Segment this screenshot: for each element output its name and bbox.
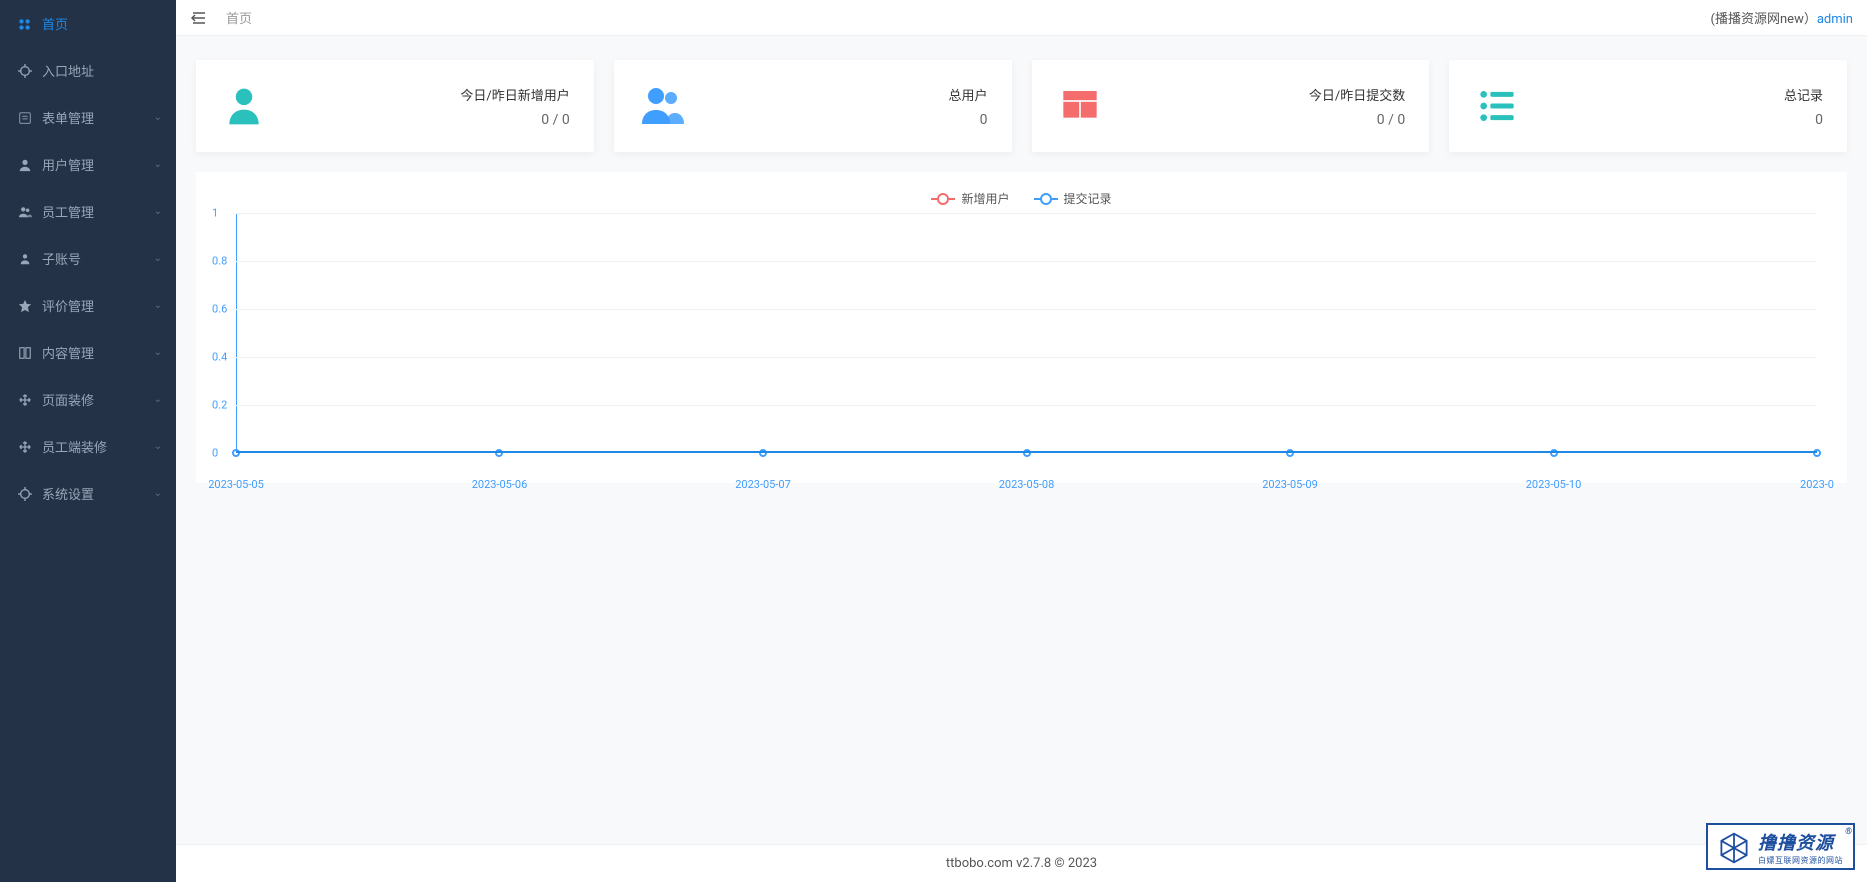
form-icon <box>18 111 32 125</box>
chevron-down-icon: ⌄ <box>154 112 162 123</box>
main: 首页 (播播资源网new）admin 今日/昨日新增用户 0 / 0 <box>176 0 1867 882</box>
chevron-down-icon: ⌄ <box>154 488 162 499</box>
card-value: 0 <box>686 112 988 128</box>
y-axis-tick: 0 <box>212 447 218 460</box>
watermark-icon <box>1716 830 1752 866</box>
watermark-title: 撸撸资源® <box>1758 829 1843 855</box>
x-axis-tick: 2023-05-05 <box>208 478 264 491</box>
user-name: admin <box>1817 12 1853 27</box>
grid-icon <box>1056 82 1104 130</box>
sidebar-item-label: 用户管理 <box>42 155 94 174</box>
sidebar-item-label: 入口地址 <box>42 61 94 80</box>
sidebar-item-label: 页面装修 <box>42 390 94 409</box>
watermark-subtitle: 白嫖互联网资源的网站 <box>1758 855 1843 866</box>
y-axis-tick: 0.2 <box>212 399 227 412</box>
x-axis-tick: 2023-05-07 <box>735 478 791 491</box>
chevron-down-icon: ⌄ <box>154 206 162 217</box>
sidebar-item-label: 子账号 <box>42 249 81 268</box>
chevron-down-icon: ⌄ <box>154 394 162 405</box>
sidebar-item-forms[interactable]: 表单管理 ⌄ <box>0 94 176 141</box>
watermark-logo: 撸撸资源® 白嫖互联网资源的网站 <box>1706 823 1855 870</box>
chevron-down-icon: ⌄ <box>154 253 162 264</box>
stat-card-submissions: 今日/昨日提交数 0 / 0 <box>1032 60 1430 152</box>
sidebar-item-label: 员工管理 <box>42 202 94 221</box>
line-chart[interactable]: 00.20.40.60.812023-05-052023-05-062023-0… <box>236 213 1817 473</box>
topbar: 首页 (播播资源网new）admin <box>176 0 1867 36</box>
account-icon <box>18 252 32 266</box>
sidebar-item-staff-decor[interactable]: 员工端装修 ⌄ <box>0 423 176 470</box>
sidebar: 首页 入口地址 表单管理 ⌄ 用户管理 ⌄ 员工管理 <box>0 0 176 882</box>
y-axis-tick: 0.8 <box>212 255 227 268</box>
site-name: (播播资源网new） <box>1711 12 1817 27</box>
y-axis-tick: 0.6 <box>212 303 227 316</box>
topbar-user[interactable]: (播播资源网new）admin <box>1711 8 1853 27</box>
sidebar-item-page-decor[interactable]: 页面装修 ⌄ <box>0 376 176 423</box>
move-icon <box>18 440 32 454</box>
sidebar-item-label: 表单管理 <box>42 108 94 127</box>
sidebar-item-label: 员工端装修 <box>42 437 107 456</box>
sidebar-item-entry[interactable]: 入口地址 <box>0 47 176 94</box>
y-axis-tick: 1 <box>212 207 218 220</box>
x-axis-tick: 2023-0 <box>1800 478 1834 491</box>
person-icon <box>220 82 268 130</box>
chart-container: 新增用户 提交记录 00.20.40.60.812023-05-052023-0… <box>196 172 1847 483</box>
sidebar-item-subaccount[interactable]: 子账号 ⌄ <box>0 235 176 282</box>
star-icon <box>18 299 32 313</box>
legend-item-submissions[interactable]: 提交记录 <box>1034 190 1112 207</box>
stat-card-new-users: 今日/昨日新增用户 0 / 0 <box>196 60 594 152</box>
x-axis-tick: 2023-05-06 <box>472 478 528 491</box>
move-icon <box>18 393 32 407</box>
legend-label: 提交记录 <box>1064 190 1112 207</box>
card-title: 今日/昨日提交数 <box>1104 85 1406 104</box>
sidebar-item-home[interactable]: 首页 <box>0 0 176 47</box>
sidebar-item-label: 首页 <box>42 14 68 33</box>
sidebar-item-label: 评价管理 <box>42 296 94 315</box>
settings-icon <box>18 487 32 501</box>
users-icon <box>18 205 32 219</box>
legend-item-new-users[interactable]: 新增用户 <box>931 190 1009 207</box>
user-icon <box>18 158 32 172</box>
chevron-down-icon: ⌄ <box>154 347 162 358</box>
chevron-down-icon: ⌄ <box>154 300 162 311</box>
legend-label: 新增用户 <box>961 190 1009 207</box>
stat-card-total-users: 总用户 0 <box>614 60 1012 152</box>
menu-toggle-button[interactable] <box>190 9 208 27</box>
sidebar-item-content[interactable]: 内容管理 ⌄ <box>0 329 176 376</box>
sidebar-item-settings[interactable]: 系统设置 ⌄ <box>0 470 176 517</box>
card-title: 今日/昨日新增用户 <box>268 85 570 104</box>
card-title: 总用户 <box>686 85 988 104</box>
target-icon <box>18 64 32 78</box>
card-title: 总记录 <box>1521 85 1823 104</box>
chevron-down-icon: ⌄ <box>154 159 162 170</box>
x-axis-tick: 2023-05-10 <box>1526 478 1582 491</box>
content: 今日/昨日新增用户 0 / 0 总用户 0 <box>176 36 1867 844</box>
breadcrumb[interactable]: 首页 <box>226 8 252 27</box>
chevron-down-icon: ⌄ <box>154 441 162 452</box>
legend-marker-red <box>931 198 955 200</box>
card-value: 0 / 0 <box>268 112 570 128</box>
x-axis-tick: 2023-05-09 <box>1262 478 1318 491</box>
legend-marker-blue <box>1034 198 1058 200</box>
y-axis-tick: 0.4 <box>212 351 227 364</box>
stat-cards: 今日/昨日新增用户 0 / 0 总用户 0 <box>176 36 1867 172</box>
footer-text: ttbobo.com v2.7.8 © 2023 <box>946 856 1097 871</box>
sidebar-item-staff[interactable]: 员工管理 ⌄ <box>0 188 176 235</box>
x-axis-tick: 2023-05-08 <box>999 478 1055 491</box>
stat-card-total-records: 总记录 0 <box>1449 60 1847 152</box>
sidebar-item-label: 系统设置 <box>42 484 94 503</box>
sidebar-item-label: 内容管理 <box>42 343 94 362</box>
card-value: 0 <box>1521 112 1823 128</box>
list-icon <box>1473 82 1521 130</box>
content-icon <box>18 346 32 360</box>
dashboard-icon <box>18 17 32 31</box>
people-icon <box>638 82 686 130</box>
sidebar-item-users[interactable]: 用户管理 ⌄ <box>0 141 176 188</box>
footer: ttbobo.com v2.7.8 © 2023 <box>176 844 1867 882</box>
card-value: 0 / 0 <box>1104 112 1406 128</box>
sidebar-item-reviews[interactable]: 评价管理 ⌄ <box>0 282 176 329</box>
chart-legend: 新增用户 提交记录 <box>196 182 1847 213</box>
